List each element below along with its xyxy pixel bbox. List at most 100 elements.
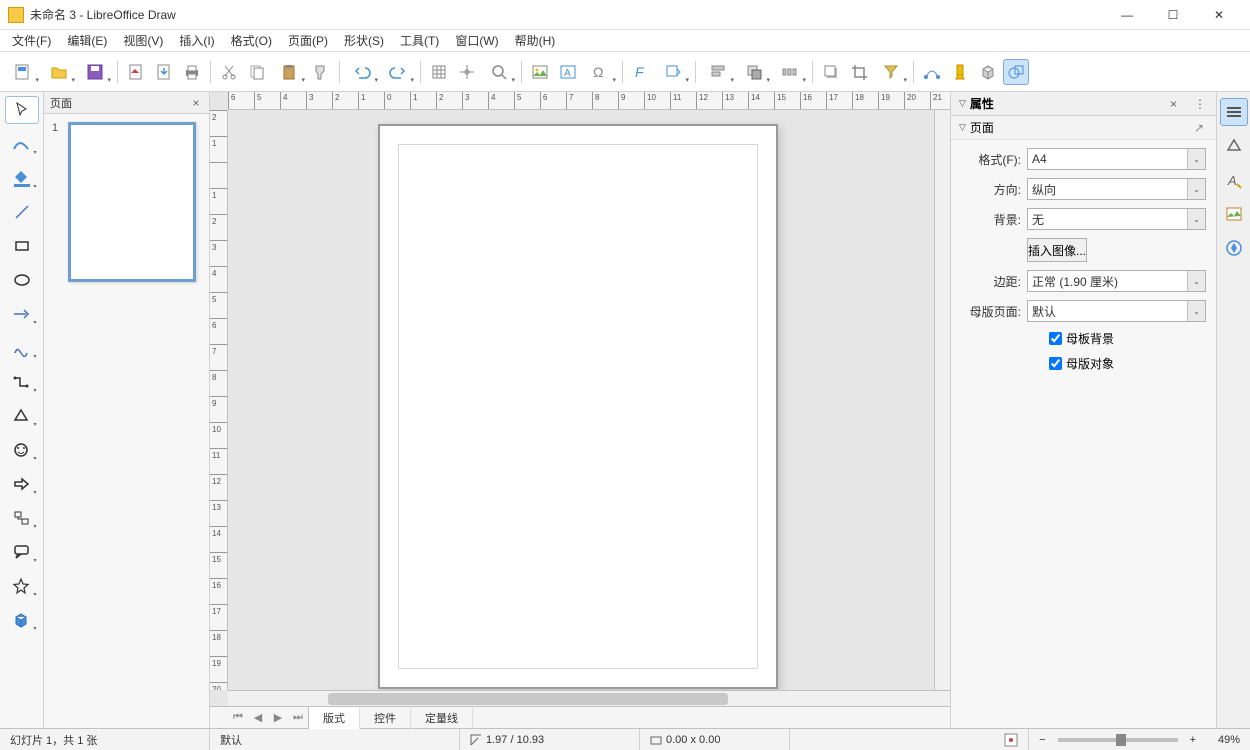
sidebar: ▽ 属性 × ⋮ ▽ 页面 ↗ 格式(F): A4⌄ 方向: 纵向⌄ bbox=[950, 92, 1250, 728]
properties-menu[interactable]: ⋮ bbox=[1194, 97, 1208, 111]
fill-color-tool[interactable]: ▾ bbox=[5, 164, 39, 192]
horizontal-scrollbar[interactable] bbox=[228, 690, 950, 706]
grid-button[interactable] bbox=[426, 59, 452, 85]
canvas-page[interactable] bbox=[378, 124, 778, 689]
collapse-icon[interactable]: ▽ bbox=[959, 98, 966, 109]
zoom-value[interactable]: 49% bbox=[1200, 729, 1250, 750]
sidebar-tab-shapes[interactable] bbox=[1220, 132, 1248, 160]
save-button[interactable]: ▾ bbox=[78, 59, 112, 85]
arrow-tool[interactable]: ▾ bbox=[5, 300, 39, 328]
tab-nav-last[interactable]: ⏭ bbox=[288, 711, 308, 724]
menu-help[interactable]: 帮助(H) bbox=[507, 30, 564, 51]
shadow-button[interactable] bbox=[818, 59, 844, 85]
menu-format[interactable]: 格式(O) bbox=[223, 30, 280, 51]
zoom-button[interactable]: ▾ bbox=[482, 59, 516, 85]
zoom-slider[interactable]: −+ bbox=[1029, 729, 1200, 750]
section-more-icon[interactable]: ↗ bbox=[1194, 121, 1208, 135]
menu-view[interactable]: 视图(V) bbox=[115, 30, 171, 51]
background-select[interactable]: 无⌄ bbox=[1027, 208, 1206, 230]
maximize-button[interactable]: ☐ bbox=[1150, 0, 1196, 30]
master-obj-checkbox[interactable]: 母版对象 bbox=[1049, 355, 1206, 372]
filter-button[interactable]: ▾ bbox=[874, 59, 908, 85]
tab-controls[interactable]: 控件 bbox=[360, 707, 411, 729]
format-select[interactable]: A4⌄ bbox=[1027, 148, 1206, 170]
margin-select[interactable]: 正常 (1.90 厘米)⌄ bbox=[1027, 270, 1206, 292]
menu-page[interactable]: 页面(P) bbox=[280, 30, 336, 51]
tab-nav-first[interactable]: ⏮ bbox=[228, 711, 248, 724]
3d-tool[interactable]: ▾ bbox=[5, 606, 39, 634]
insert-image-button-sidebar[interactable]: 插入图像... bbox=[1027, 238, 1087, 262]
minimize-button[interactable]: — bbox=[1104, 0, 1150, 30]
curve-tool[interactable]: ▾ bbox=[5, 334, 39, 362]
export-button[interactable] bbox=[151, 59, 177, 85]
basic-shapes-tool[interactable]: ▾ bbox=[5, 402, 39, 430]
undo-button[interactable]: ▾ bbox=[345, 59, 379, 85]
position-icon bbox=[470, 734, 482, 746]
pages-panel: 页面 × 1 bbox=[44, 92, 210, 728]
connector-tool[interactable]: ▾ bbox=[5, 368, 39, 396]
close-button[interactable]: ✕ bbox=[1196, 0, 1242, 30]
tab-dimlines[interactable]: 定量线 bbox=[411, 707, 473, 729]
horizontal-ruler[interactable]: 6543210123456789101112131415161718192021… bbox=[228, 92, 950, 110]
menu-window[interactable]: 窗口(W) bbox=[447, 30, 506, 51]
snap-button[interactable] bbox=[454, 59, 480, 85]
flowchart-tool[interactable]: ▾ bbox=[5, 504, 39, 532]
svg-text:A: A bbox=[1227, 173, 1237, 188]
print-button[interactable] bbox=[179, 59, 205, 85]
star-tool[interactable]: ▾ bbox=[5, 572, 39, 600]
page-section-header[interactable]: ▽ 页面 ↗ bbox=[951, 116, 1216, 140]
insert-textbox-button[interactable]: A bbox=[555, 59, 581, 85]
arrange-button[interactable]: ▾ bbox=[737, 59, 771, 85]
master-bg-checkbox[interactable]: 母板背景 bbox=[1049, 330, 1206, 347]
menu-edit[interactable]: 编辑(E) bbox=[59, 30, 115, 51]
insert-special-char-button[interactable]: Ω▾ bbox=[583, 59, 617, 85]
orientation-select[interactable]: 纵向⌄ bbox=[1027, 178, 1206, 200]
clone-format-button[interactable] bbox=[308, 59, 334, 85]
rectangle-tool[interactable] bbox=[5, 232, 39, 260]
edit-points-button[interactable] bbox=[919, 59, 945, 85]
masterpage-select[interactable]: 默认⌄ bbox=[1027, 300, 1206, 322]
align-button[interactable]: ▾ bbox=[701, 59, 735, 85]
line-color-tool[interactable]: ▾ bbox=[5, 130, 39, 158]
insert-image-button[interactable] bbox=[527, 59, 553, 85]
draw-functions-button[interactable] bbox=[1003, 59, 1029, 85]
cut-button[interactable] bbox=[216, 59, 242, 85]
vertical-ruler[interactable]: 2112345678910111213141516171819202122232… bbox=[210, 110, 228, 690]
pages-panel-close[interactable]: × bbox=[189, 96, 203, 110]
tab-layout[interactable]: 版式 bbox=[308, 706, 360, 729]
menu-tools[interactable]: 工具(T) bbox=[392, 30, 447, 51]
crop-button[interactable] bbox=[846, 59, 872, 85]
tab-nav-next[interactable]: ▶ bbox=[268, 711, 288, 724]
sidebar-tab-navigator[interactable] bbox=[1220, 234, 1248, 262]
sidebar-tab-gallery[interactable] bbox=[1220, 200, 1248, 228]
export-pdf-button[interactable] bbox=[123, 59, 149, 85]
copy-button[interactable] bbox=[244, 59, 270, 85]
callout-tool[interactable]: ▾ bbox=[5, 538, 39, 566]
sidebar-tab-styles[interactable]: A bbox=[1220, 166, 1248, 194]
transform-button[interactable]: ▾ bbox=[656, 59, 690, 85]
canvas-viewport[interactable] bbox=[228, 110, 950, 690]
page-thumbnail[interactable]: 1 bbox=[52, 122, 201, 282]
paste-button[interactable]: ▾ bbox=[272, 59, 306, 85]
line-tool[interactable] bbox=[5, 198, 39, 226]
tab-nav-prev[interactable]: ◀ bbox=[248, 711, 268, 724]
format-label: 格式(F): bbox=[961, 151, 1021, 168]
ellipse-tool[interactable] bbox=[5, 266, 39, 294]
status-save-indicator[interactable] bbox=[994, 729, 1029, 750]
menu-insert[interactable]: 插入(I) bbox=[171, 30, 222, 51]
select-tool[interactable] bbox=[5, 96, 39, 124]
symbol-shapes-tool[interactable]: ▾ bbox=[5, 436, 39, 464]
redo-button[interactable]: ▾ bbox=[381, 59, 415, 85]
properties-close[interactable]: × bbox=[1170, 97, 1184, 111]
menu-file[interactable]: 文件(F) bbox=[4, 30, 59, 51]
vertical-scrollbar[interactable] bbox=[934, 110, 950, 690]
new-button[interactable]: ▾ bbox=[6, 59, 40, 85]
glue-points-button[interactable] bbox=[947, 59, 973, 85]
sidebar-tab-properties[interactable] bbox=[1220, 98, 1248, 126]
menu-shape[interactable]: 形状(S) bbox=[336, 30, 392, 51]
block-arrows-tool[interactable]: ▾ bbox=[5, 470, 39, 498]
distribute-button[interactable]: ▾ bbox=[773, 59, 807, 85]
fontwork-button[interactable]: F bbox=[628, 59, 654, 85]
open-button[interactable]: ▾ bbox=[42, 59, 76, 85]
extrusion-button[interactable] bbox=[975, 59, 1001, 85]
